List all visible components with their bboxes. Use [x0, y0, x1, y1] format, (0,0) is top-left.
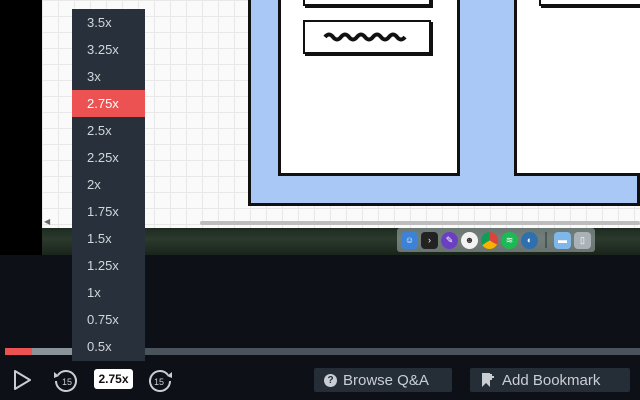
speed-option[interactable]: 2.5x [72, 117, 145, 144]
speed-option[interactable]: 0.75x [72, 306, 145, 333]
speed-option[interactable]: 0.5x [72, 333, 145, 360]
wireframe-button [303, 20, 431, 54]
player-controls: 15 2.75x 15 ? Browse Q&A Add Bookmark [0, 360, 640, 400]
speed-menu: 3.5x 3.25x 3x 2.75x 2.5x 2.25x 2x 1.75x 1.5x 1.25… [72, 9, 145, 361]
finder-icon: ☺ [401, 231, 418, 249]
scroll-thumb[interactable] [200, 221, 640, 225]
forward-button[interactable]: 15 [146, 366, 174, 394]
playback-rate-button[interactable]: 2.75x [94, 369, 133, 389]
trash-icon: ▯ [574, 231, 591, 249]
wireframe-box [303, 0, 431, 6]
spotify-icon: ≋ [501, 231, 518, 249]
rewind-seconds-label: 15 [62, 377, 72, 387]
terminal-icon: › [421, 231, 438, 249]
speed-option[interactable]: 2x [72, 171, 145, 198]
speed-option[interactable]: 2.75x [72, 90, 145, 117]
mac-dock: ☺ › ✎ ☻ ≋ ◐ ▬ ▯ [397, 228, 595, 252]
speed-option[interactable]: 1.25x [72, 252, 145, 279]
wireframe-box [539, 0, 640, 6]
network-app-icon: ◐ [521, 231, 538, 249]
play-button[interactable] [10, 368, 34, 392]
rewind-button[interactable]: 15 [52, 366, 80, 394]
rewind-15-icon: 15 [54, 370, 77, 392]
scribble-icon [323, 32, 407, 42]
dock-separator [545, 232, 547, 248]
bookmark-add-icon [482, 373, 494, 387]
question-icon: ? [324, 373, 337, 387]
add-bookmark-button[interactable]: Add Bookmark [470, 368, 630, 392]
folder-icon: ▬ [554, 231, 571, 249]
add-bookmark-label: Add Bookmark [502, 371, 601, 389]
speed-option[interactable]: 3.25x [72, 36, 145, 63]
speed-option[interactable]: 1.75x [72, 198, 145, 225]
smiley-app-icon: ☻ [461, 231, 478, 249]
scroll-left-icon[interactable]: ◀ [44, 217, 50, 226]
progress-hover-preview [32, 348, 72, 355]
forward-15-icon: 15 [149, 370, 172, 392]
play-icon [14, 370, 31, 390]
speed-option[interactable]: 3x [72, 63, 145, 90]
wireframe-panel-left [278, 0, 460, 176]
browse-qa-button[interactable]: ? Browse Q&A [314, 368, 452, 392]
pen-app-icon: ✎ [441, 231, 458, 249]
chrome-icon [481, 231, 498, 249]
forward-seconds-label: 15 [154, 377, 164, 387]
speed-option[interactable]: 1x [72, 279, 145, 306]
progress-played [5, 348, 33, 355]
speed-option[interactable]: 1.5x [72, 225, 145, 252]
browse-qa-label: Browse Q&A [343, 371, 429, 389]
speed-option[interactable]: 2.25x [72, 144, 145, 171]
speed-option[interactable]: 3.5x [72, 9, 145, 36]
wireframe-panel-right [514, 0, 640, 176]
